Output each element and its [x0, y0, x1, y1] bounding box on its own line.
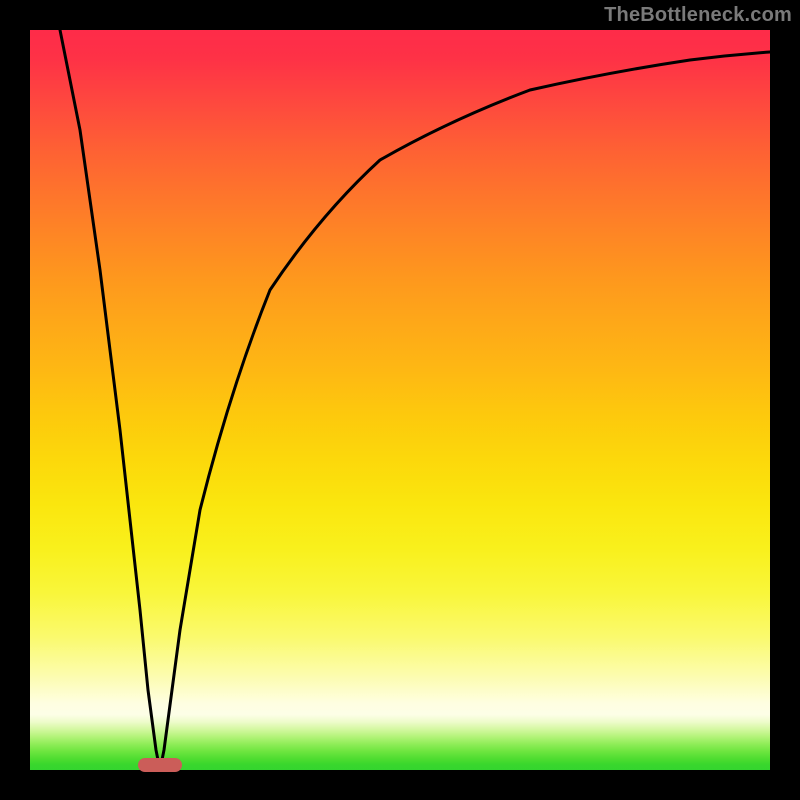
curve-right-branch [160, 52, 770, 770]
bottleneck-curve [30, 30, 770, 770]
chart-frame: TheBottleneck.com [0, 0, 800, 800]
plot-area [30, 30, 770, 770]
curve-left-branch [60, 30, 160, 770]
optimal-point-marker [138, 758, 182, 772]
watermark-text: TheBottleneck.com [604, 4, 792, 27]
